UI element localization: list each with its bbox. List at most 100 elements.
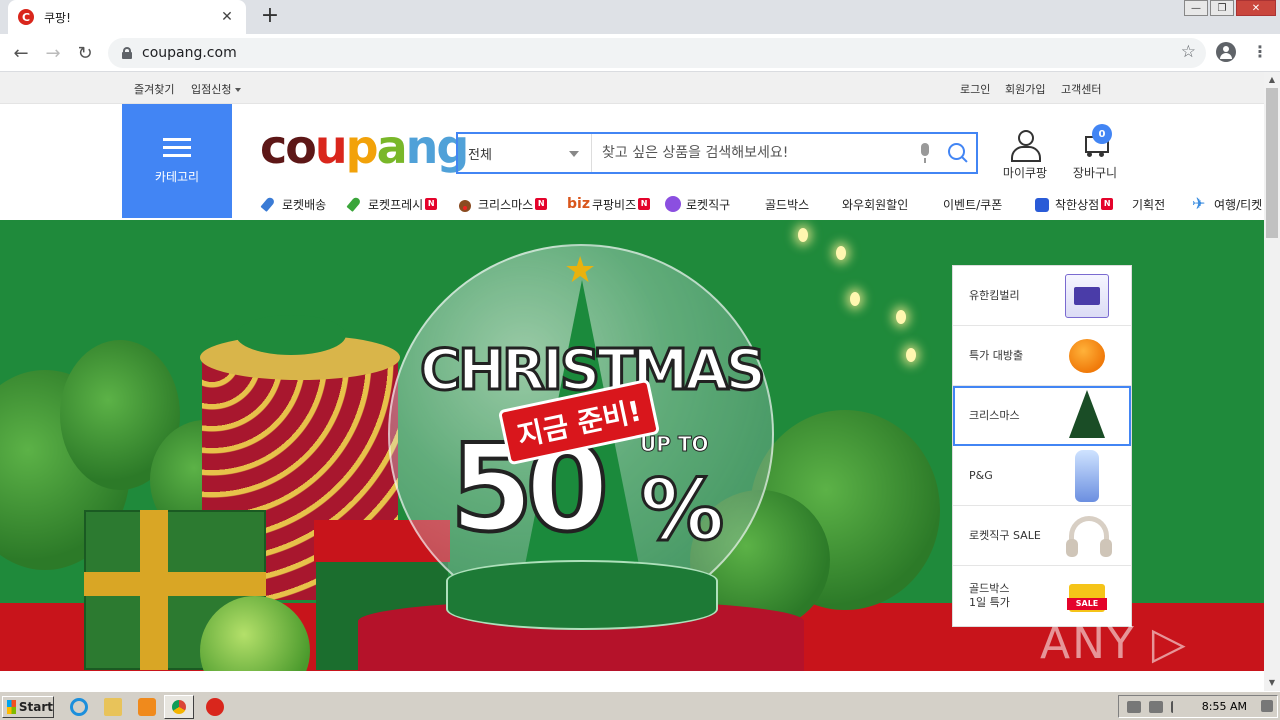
search-category-select[interactable]: 전체 xyxy=(458,134,592,172)
search-category-value: 전체 xyxy=(468,147,492,163)
chrome-taskbar-icon[interactable] xyxy=(164,695,194,719)
nav-events-coupons[interactable]: 이벤트/쿠폰 xyxy=(943,192,1002,216)
promo-label: P&G xyxy=(969,468,993,482)
my-coupang-label: 마이쿠팡 xyxy=(1002,166,1048,180)
bookmark-star-icon[interactable]: ☆ xyxy=(1181,42,1196,62)
good-store-icon xyxy=(1033,195,1051,213)
new-badge: N xyxy=(638,198,651,210)
system-tray: 8:55 AM xyxy=(1118,695,1278,718)
scroll-down-arrow-icon[interactable]: ▼ xyxy=(1264,675,1280,691)
page-viewport: 즐겨찾기 입점신청 로그인 회원가입 고객센터 카테고리 coupang 전체 xyxy=(0,72,1264,691)
scroll-thumb[interactable] xyxy=(1266,88,1278,238)
promo-side-list: 유한킴벌리 특가 대방출 크리스마스 P&G 로켓직구 SALE 골드박스 1일… xyxy=(952,265,1132,627)
login-link[interactable]: 로그인 xyxy=(960,81,990,97)
maximize-button[interactable]: ❐ xyxy=(1210,0,1234,16)
string-light xyxy=(850,292,860,306)
coupang-favicon-icon: C xyxy=(18,9,34,25)
search-icon[interactable] xyxy=(940,134,976,172)
coupang-logo[interactable]: coupang xyxy=(260,122,469,172)
category-nav: 로켓배송 로켓프레시 N 크리스마스 N biz 쿠팡비즈 N 로켓직구 골드박스 와우… xyxy=(260,192,1264,216)
flag-icon[interactable] xyxy=(1171,701,1185,713)
headphone-thumbnail xyxy=(1066,516,1112,557)
nav-christmas[interactable]: 크리스마스 N xyxy=(456,192,548,216)
internet-explorer-icon[interactable] xyxy=(70,698,88,716)
promo-item-special-sale[interactable]: 특가 대방출 xyxy=(953,326,1131,386)
nav-rocket-fresh[interactable]: 로켓프레시 N xyxy=(346,192,438,216)
reindeer-icon xyxy=(456,195,474,213)
start-button[interactable]: Start xyxy=(2,696,54,718)
tab-close-icon[interactable]: ✕ xyxy=(218,9,236,25)
nav-rocket-delivery[interactable]: 로켓배송 xyxy=(260,192,326,216)
globe-icon xyxy=(664,195,682,213)
nav-goldbox[interactable]: 골드박스 xyxy=(765,192,809,216)
signup-link[interactable]: 회원가입 xyxy=(1005,81,1045,97)
minimize-button[interactable]: — xyxy=(1184,0,1208,16)
nav-wow-discount[interactable]: 와우회원할인 xyxy=(842,192,908,216)
tangerine-thumbnail xyxy=(1069,339,1105,373)
person-icon xyxy=(1010,130,1041,162)
sale-gift-thumbnail: SALE xyxy=(1067,584,1107,612)
category-button[interactable]: 카테고리 xyxy=(122,104,232,218)
new-badge: N xyxy=(1101,198,1114,210)
string-light xyxy=(906,348,916,362)
promo-item-christmas[interactable]: 크리스마스 xyxy=(953,386,1131,446)
windows-logo-icon xyxy=(7,700,16,714)
tree-star-icon: ★ xyxy=(564,250,597,291)
network-icon[interactable] xyxy=(1149,701,1163,713)
promo-label: 특가 대방출 xyxy=(969,348,1024,362)
stop-icon[interactable] xyxy=(206,698,224,716)
christmas-hero-banner[interactable]: ★ CHRISTMAS 50 % UP TO 지금 준비! 유한킴벌리 특가 대… xyxy=(0,220,1264,671)
detergent-bottle-thumbnail xyxy=(1075,450,1099,502)
caret-down-icon xyxy=(235,88,242,92)
folder-icon[interactable] xyxy=(104,698,122,716)
volume-icon[interactable] xyxy=(1127,701,1141,713)
nav-special-exhibition[interactable]: 기획전 xyxy=(1132,192,1165,216)
green-ribbon-bow xyxy=(236,315,346,355)
microphone-icon[interactable] xyxy=(912,134,940,172)
nav-travel-tickets[interactable]: 여행/티켓 xyxy=(1192,192,1262,216)
christmas-tree-thumbnail xyxy=(1069,390,1105,438)
promo-item-yuhan-kimberly[interactable]: 유한킴벌리 xyxy=(953,266,1131,326)
scroll-up-arrow-icon[interactable]: ▲ xyxy=(1264,72,1280,88)
biz-logo: biz xyxy=(567,196,590,212)
reload-icon[interactable]: ↻ xyxy=(74,42,96,64)
search-input[interactable] xyxy=(592,134,912,172)
airplane-icon xyxy=(1192,194,1210,213)
show-desktop-icon[interactable] xyxy=(1261,700,1273,712)
nav-rocket-global[interactable]: 로켓직구 xyxy=(664,192,730,216)
bookmark-link[interactable]: 즐겨찾기 xyxy=(134,81,174,97)
media-player-icon[interactable] xyxy=(138,698,156,716)
back-arrow-icon[interactable]: ← xyxy=(10,42,32,64)
my-coupang-button[interactable]: 마이쿠팡 xyxy=(998,130,1052,181)
hamburger-menu-icon xyxy=(163,137,191,158)
address-bar[interactable]: coupang.com ☆ xyxy=(108,38,1206,68)
banner-percent-sign: % xyxy=(638,460,725,561)
promo-label: 크리스마스 xyxy=(969,408,1020,422)
browser-tab-strip: C 쿠팡! ✕ + — ❐ ✕ xyxy=(0,0,1280,34)
seller-apply-link[interactable]: 입점신청 xyxy=(191,81,242,97)
cart-label: 장바구니 xyxy=(1072,166,1118,180)
windows-taskbar: Start 8:55 AM xyxy=(0,691,1280,720)
page-scrollbar[interactable]: ▲ ▼ xyxy=(1264,72,1280,691)
customer-center-link[interactable]: 고객센터 xyxy=(1061,81,1101,97)
string-light xyxy=(798,228,808,242)
promo-label: 골드박스 1일 특가 xyxy=(969,582,1010,609)
promo-item-goldbox[interactable]: 골드박스 1일 특가 SALE xyxy=(953,566,1131,626)
promo-item-pg[interactable]: P&G xyxy=(953,446,1131,506)
search-bar: 전체 xyxy=(456,132,978,174)
browser-toolbar: ← → ↻ coupang.com ☆ xyxy=(0,34,1280,72)
profile-icon[interactable] xyxy=(1216,42,1236,62)
promo-item-rocket-global-sale[interactable]: 로켓직구 SALE xyxy=(953,506,1131,566)
banner-upto: UP TO xyxy=(640,432,710,457)
rocket-icon xyxy=(260,195,278,213)
nav-coupang-biz[interactable]: biz 쿠팡비즈 N xyxy=(567,192,651,216)
browser-menu-icon[interactable]: ⋮ xyxy=(1252,42,1268,62)
forward-arrow-icon[interactable]: → xyxy=(42,42,64,64)
url-text: coupang.com xyxy=(142,45,237,61)
new-tab-button[interactable]: + xyxy=(258,4,282,28)
category-label: 카테고리 xyxy=(154,169,200,184)
close-window-button[interactable]: ✕ xyxy=(1236,0,1276,16)
browser-tab[interactable]: C 쿠팡! ✕ xyxy=(8,0,246,34)
sale-tag: SALE xyxy=(1067,598,1107,610)
nav-good-store[interactable]: 착한상점 N xyxy=(1033,192,1114,216)
